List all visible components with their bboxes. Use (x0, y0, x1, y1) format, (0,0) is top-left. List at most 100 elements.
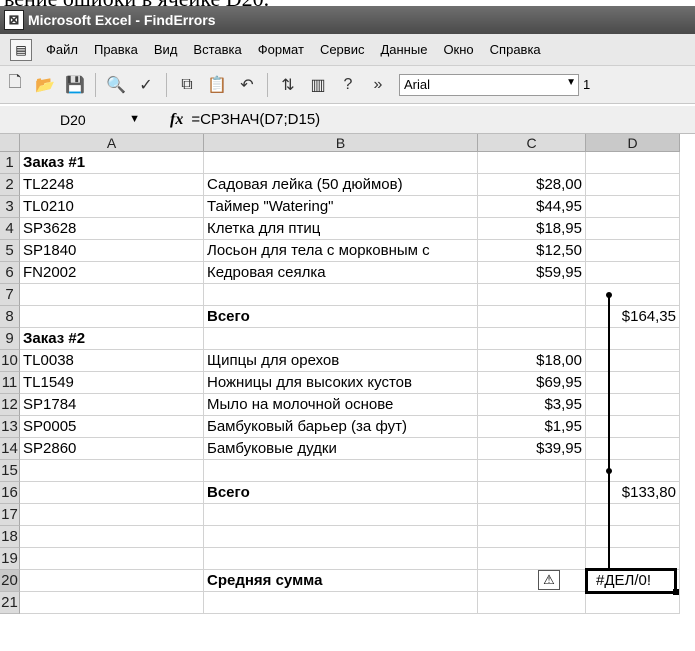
cell-c4[interactable]: $18,95 (478, 218, 586, 240)
cell-a1[interactable]: Заказ #1 (20, 152, 204, 174)
cell-c12[interactable]: $3,95 (478, 394, 586, 416)
row-header[interactable]: 17 (0, 504, 20, 526)
paste-icon[interactable]: 📋 (205, 73, 229, 97)
font-size-select[interactable]: 1 (583, 77, 590, 92)
cell-b5[interactable]: Лосьон для тела с морковным с (204, 240, 478, 262)
cell-a9[interactable]: Заказ #2 (20, 328, 204, 350)
cell-c17[interactable] (478, 504, 586, 526)
cell-a7[interactable] (20, 284, 204, 306)
cell-a15[interactable] (20, 460, 204, 482)
cell-c7[interactable] (478, 284, 586, 306)
menu-data[interactable]: Данные (372, 42, 435, 57)
save-icon[interactable]: 💾 (63, 73, 87, 97)
cell-d11[interactable] (586, 372, 680, 394)
excel-app-icon[interactable]: ⊠ (4, 10, 24, 30)
cell-c11[interactable]: $69,95 (478, 372, 586, 394)
cell-b10[interactable]: Щипцы для орехов (204, 350, 478, 372)
cell-b17[interactable] (204, 504, 478, 526)
cell-d10[interactable] (586, 350, 680, 372)
insert-function-icon[interactable]: fx (170, 111, 183, 129)
row-header[interactable]: 20 (0, 570, 20, 592)
cell-d8[interactable]: $164,35 (586, 306, 680, 328)
row-header[interactable]: 1 (0, 152, 20, 174)
cell-c19[interactable] (478, 548, 586, 570)
cell-c18[interactable] (478, 526, 586, 548)
cell-a3[interactable]: TL0210 (20, 196, 204, 218)
cell-a14[interactable]: SP2860 (20, 438, 204, 460)
cell-b7[interactable] (204, 284, 478, 306)
cell-a6[interactable]: FN2002 (20, 262, 204, 284)
cell-c20[interactable] (478, 570, 586, 592)
chart-wizard-icon[interactable]: ▥ (306, 73, 330, 97)
menu-format[interactable]: Формат (250, 42, 312, 57)
cell-a11[interactable]: TL1549 (20, 372, 204, 394)
cell-b6[interactable]: Кедровая сеялка (204, 262, 478, 284)
cell-b21[interactable] (204, 592, 478, 614)
fill-handle[interactable] (673, 589, 679, 595)
cell-b14[interactable]: Бамбуковые дудки (204, 438, 478, 460)
font-name-select[interactable]: Arial ▼ (399, 73, 579, 96)
row-header[interactable]: 11 (0, 372, 20, 394)
menu-insert[interactable]: Вставка (185, 42, 249, 57)
column-header-c[interactable]: C (478, 134, 586, 152)
cell-c1[interactable] (478, 152, 586, 174)
cell-a18[interactable] (20, 526, 204, 548)
copy-icon[interactable]: ⧉ (175, 73, 199, 97)
cell-b12[interactable]: Мыло на молочной основе (204, 394, 478, 416)
row-header[interactable]: 6 (0, 262, 20, 284)
cell-d15[interactable] (586, 460, 680, 482)
cell-a16[interactable] (20, 482, 204, 504)
cell-c5[interactable]: $12,50 (478, 240, 586, 262)
cell-c16[interactable] (478, 482, 586, 504)
cell-a20[interactable] (20, 570, 204, 592)
cell-a17[interactable] (20, 504, 204, 526)
cell-c21[interactable] (478, 592, 586, 614)
cell-c10[interactable]: $18,00 (478, 350, 586, 372)
cell-d3[interactable] (586, 196, 680, 218)
row-header[interactable]: 14 (0, 438, 20, 460)
open-folder-icon[interactable]: 📂 (33, 73, 57, 97)
cell-d16[interactable]: $133,80 (586, 482, 680, 504)
menu-file[interactable]: Файл (38, 42, 86, 57)
cell-d17[interactable] (586, 504, 680, 526)
new-document-icon[interactable]: 🗋 (3, 73, 27, 97)
column-header-a[interactable]: A (20, 134, 204, 152)
cell-c8[interactable] (478, 306, 586, 328)
cell-d21[interactable] (586, 592, 680, 614)
name-box[interactable]: D20 ▼ (22, 109, 142, 131)
menu-view[interactable]: Вид (146, 42, 186, 57)
row-header[interactable]: 21 (0, 592, 20, 614)
menu-edit[interactable]: Правка (86, 42, 146, 57)
row-header[interactable]: 3 (0, 196, 20, 218)
cell-c9[interactable] (478, 328, 586, 350)
row-header[interactable]: 8 (0, 306, 20, 328)
cell-b13[interactable]: Бамбуковый барьер (за фут) (204, 416, 478, 438)
cell-d9[interactable] (586, 328, 680, 350)
row-header[interactable]: 2 (0, 174, 20, 196)
cell-d14[interactable] (586, 438, 680, 460)
cell-c3[interactable]: $44,95 (478, 196, 586, 218)
cell-c6[interactable]: $59,95 (478, 262, 586, 284)
cell-d6[interactable] (586, 262, 680, 284)
cell-d1[interactable] (586, 152, 680, 174)
cell-b1[interactable] (204, 152, 478, 174)
row-header[interactable]: 4 (0, 218, 20, 240)
row-header[interactable]: 12 (0, 394, 20, 416)
cell-d13[interactable] (586, 416, 680, 438)
menu-tools[interactable]: Сервис (312, 42, 373, 57)
cell-d18[interactable] (586, 526, 680, 548)
cell-b20[interactable]: Средняя сумма (204, 570, 478, 592)
cell-a5[interactable]: SP1840 (20, 240, 204, 262)
cell-a8[interactable] (20, 306, 204, 328)
cell-c13[interactable]: $1,95 (478, 416, 586, 438)
cell-b9[interactable] (204, 328, 478, 350)
chevron-down-icon[interactable]: ▼ (566, 77, 576, 88)
cell-a21[interactable] (20, 592, 204, 614)
select-all-corner[interactable] (0, 134, 20, 152)
undo-icon[interactable]: ↶ (235, 73, 259, 97)
cell-d12[interactable] (586, 394, 680, 416)
menu-window[interactable]: Окно (435, 42, 481, 57)
cell-b18[interactable] (204, 526, 478, 548)
row-header[interactable]: 5 (0, 240, 20, 262)
active-cell-d20[interactable]: #ДЕЛ/0! (585, 568, 677, 594)
